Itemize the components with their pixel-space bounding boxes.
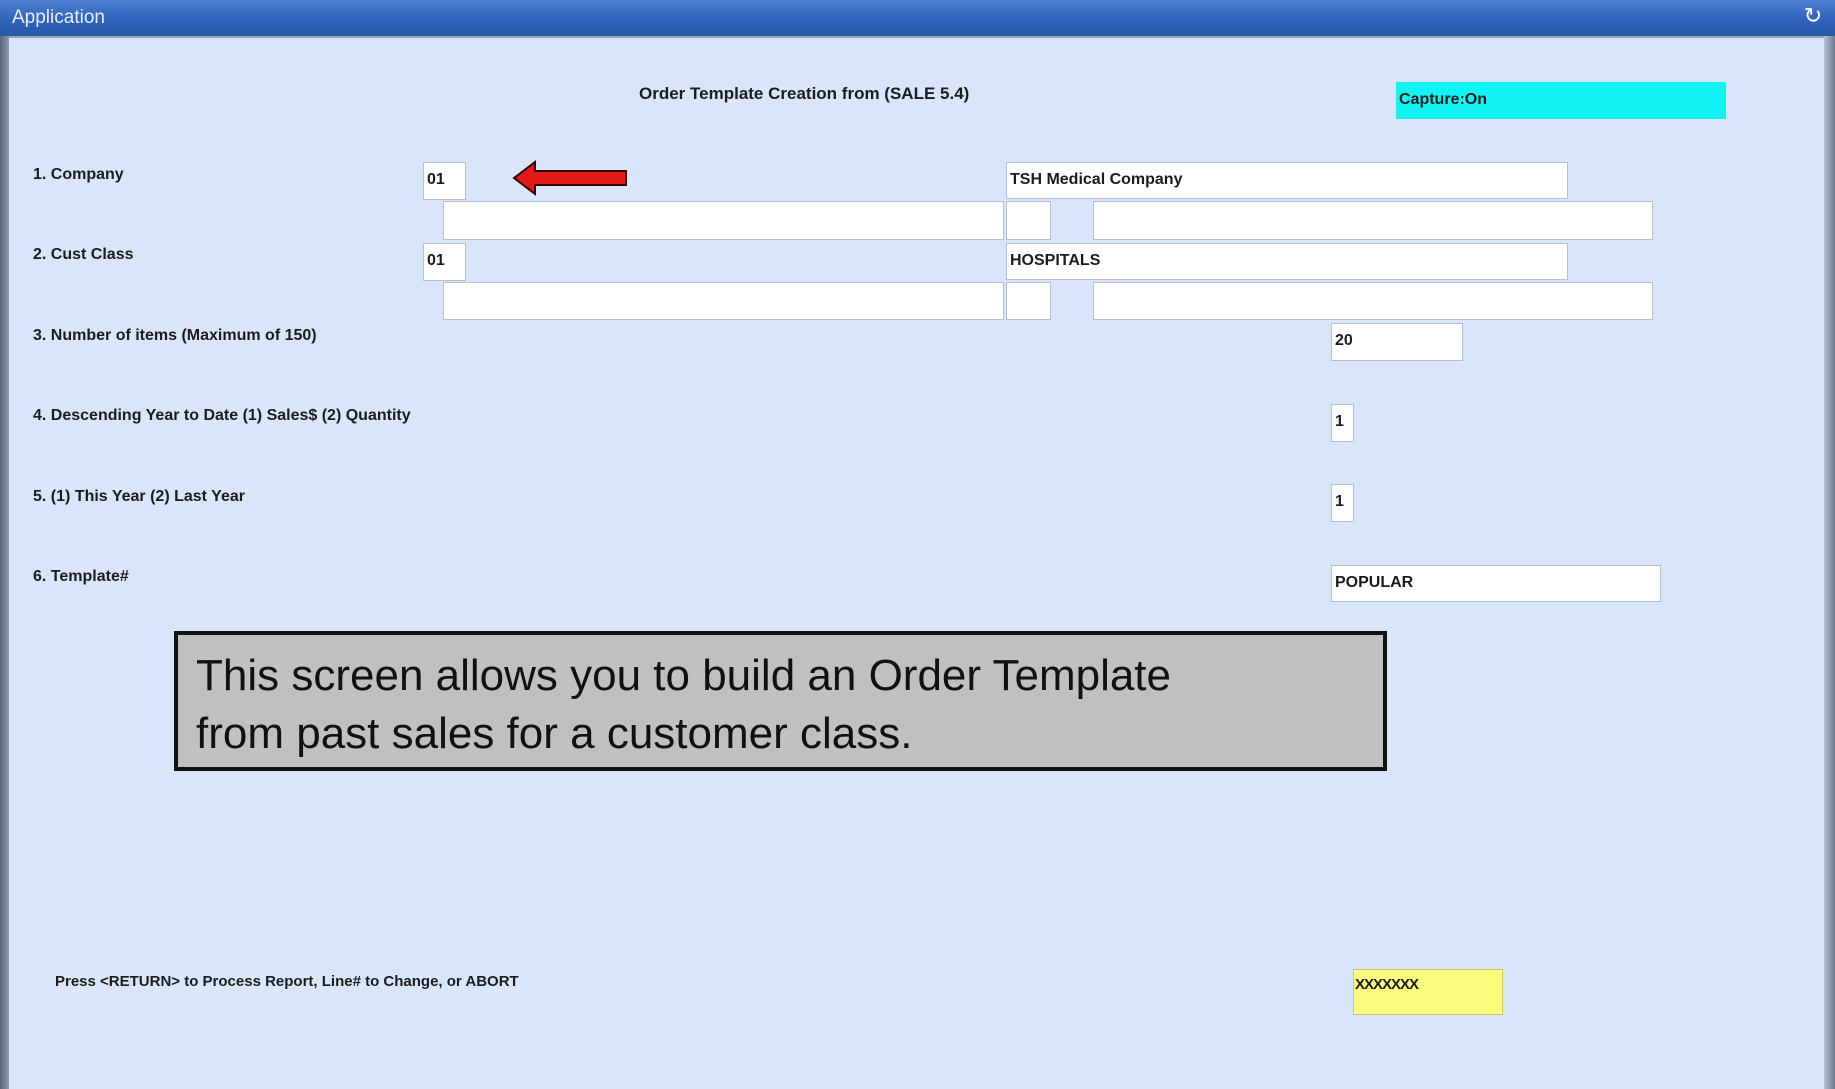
num-items-input[interactable]: 20	[1331, 323, 1463, 361]
callout-line-2: from past sales for a customer class.	[196, 709, 913, 758]
application-window: Application ↻ Order Template Creation fr…	[0, 0, 1835, 1089]
descending-label: 4. Descending Year to Date (1) Sales$ (2…	[33, 407, 411, 424]
company-label: 1. Company	[33, 166, 124, 183]
cust-class-input[interactable]: 01	[423, 243, 466, 281]
cust-class-extra-field-2	[1006, 282, 1051, 320]
cust-class-label: 2. Cust Class	[33, 246, 134, 263]
cust-class-extra-field-3	[1093, 282, 1653, 320]
year-input[interactable]: 1	[1331, 484, 1354, 522]
window-title: Application	[12, 7, 105, 28]
prompt-text: Press <RETURN> to Process Report, Line# …	[55, 973, 519, 990]
company-description-field: TSH Medical Company	[1006, 162, 1568, 199]
company-extra-field-2	[1006, 201, 1051, 240]
company-extra-field-1	[443, 201, 1004, 240]
window-left-border	[0, 36, 9, 1089]
company-extra-field-3	[1093, 201, 1653, 240]
cust-class-extra-field-1	[443, 282, 1004, 320]
screen-title: Order Template Creation from (SALE 5.4)	[639, 84, 970, 103]
template-label: 6. Template#	[33, 568, 129, 585]
response-input[interactable]: XXXXXXX	[1353, 969, 1503, 1015]
window-right-border	[1824, 36, 1835, 1089]
cust-class-description-field: HOSPITALS	[1006, 243, 1568, 280]
tutorial-callout: This screen allows you to build an Order…	[174, 631, 1387, 771]
num-items-label: 3. Number of items (Maximum of 150)	[33, 327, 317, 344]
title-bar: Application ↻	[0, 0, 1835, 36]
year-label: 5. (1) This Year (2) Last Year	[33, 488, 245, 505]
template-input[interactable]: POPULAR	[1331, 565, 1661, 602]
refresh-icon[interactable]: ↻	[1801, 4, 1825, 28]
company-input[interactable]: 01	[423, 162, 466, 200]
descending-input[interactable]: 1	[1331, 404, 1354, 442]
callout-line-1: This screen allows you to build an Order…	[196, 651, 1172, 700]
capture-status: Capture:On	[1396, 82, 1726, 119]
form-area: Order Template Creation from (SALE 5.4) …	[9, 38, 1824, 1089]
red-arrow-icon	[512, 159, 627, 197]
